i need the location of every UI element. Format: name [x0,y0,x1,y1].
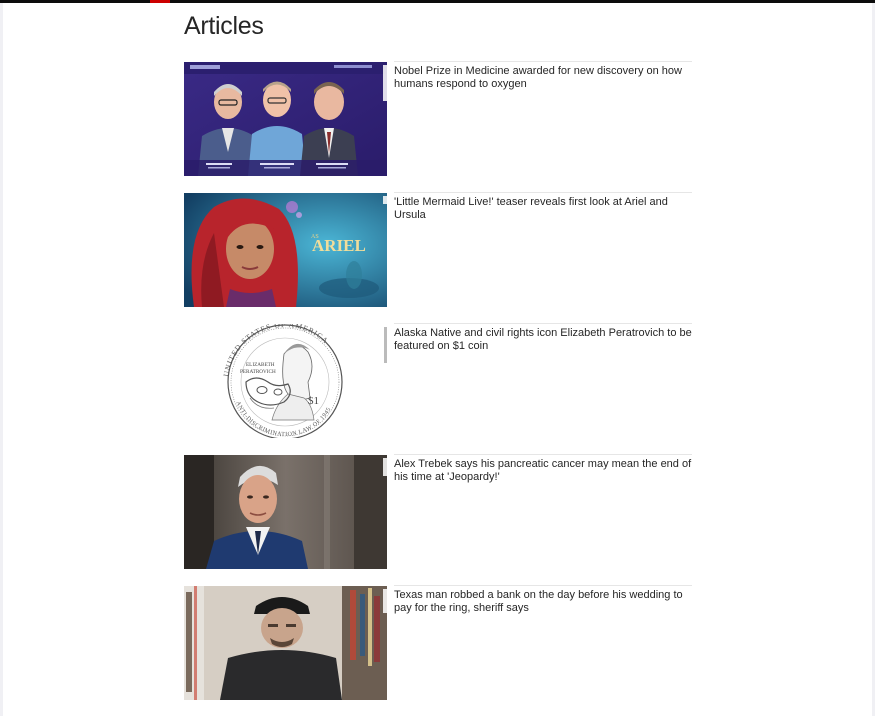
article-card[interactable]: AS ARIEL 'Little Mermaid Live!' teaser r… [184,192,692,323]
article-thumbnail-robbery[interactable] [184,586,387,700]
article-headline[interactable]: Nobel Prize in Medicine awarded for new … [394,65,692,91]
article-headline[interactable]: Alaska Native and civil rights icon Eliz… [394,327,692,353]
article-card[interactable]: Alex Trebek says his pancreatic cancer m… [184,454,692,585]
article-thumbnail-coin[interactable]: UNITED STATES OF AMERICA ANTI-DISCRIMINA… [184,324,387,438]
image-credit [383,65,387,101]
page-title: Articles [184,12,264,40]
image-credit [383,458,387,476]
top-nav-bar [0,0,875,3]
article-thumbnail-nobel[interactable] [184,62,387,176]
divider [394,192,692,193]
article-card[interactable]: UNITED STATES OF AMERICA ANTI-DISCRIMINA… [184,323,692,454]
nav-accent-indicator [150,0,170,3]
article-card[interactable]: Nobel Prize in Medicine awarded for new … [184,61,692,192]
coin-value: $1 [308,395,319,407]
surveillance-photo [184,586,387,700]
image-credit [384,327,387,363]
article-headline[interactable]: Texas man robbed a bank on the day befor… [394,589,692,615]
coin-illustration: UNITED STATES OF AMERICA ANTI-DISCRIMINA… [184,324,387,438]
article-thumbnail-trebek[interactable] [184,455,387,569]
article-thumbnail-ariel[interactable]: AS ARIEL [184,193,387,307]
coin-name-line1: ELIZABETH [246,362,275,368]
article-list: Nobel Prize in Medicine awarded for new … [184,61,692,716]
divider [394,454,692,455]
image-credit [383,196,387,204]
left-gutter [0,3,3,716]
nobel-laureates-photo [184,62,387,176]
ariel-promo-photo: AS ARIEL [184,193,387,307]
divider [394,61,692,62]
article-headline[interactable]: 'Little Mermaid Live!' teaser reveals fi… [394,196,692,222]
divider [394,323,692,324]
divider [394,585,692,586]
page: Articles Nobel Prize in Medicine awarded… [0,0,875,716]
coin-name-line2: PERATROVICH [240,369,276,375]
alex-trebek-photo [184,455,387,569]
article-headline[interactable]: Alex Trebek says his pancreatic cancer m… [394,458,692,484]
article-card[interactable]: Texas man robbed a bank on the day befor… [184,585,692,716]
image-credit [383,589,387,613]
ariel-title-art: ARIEL [312,236,366,255]
